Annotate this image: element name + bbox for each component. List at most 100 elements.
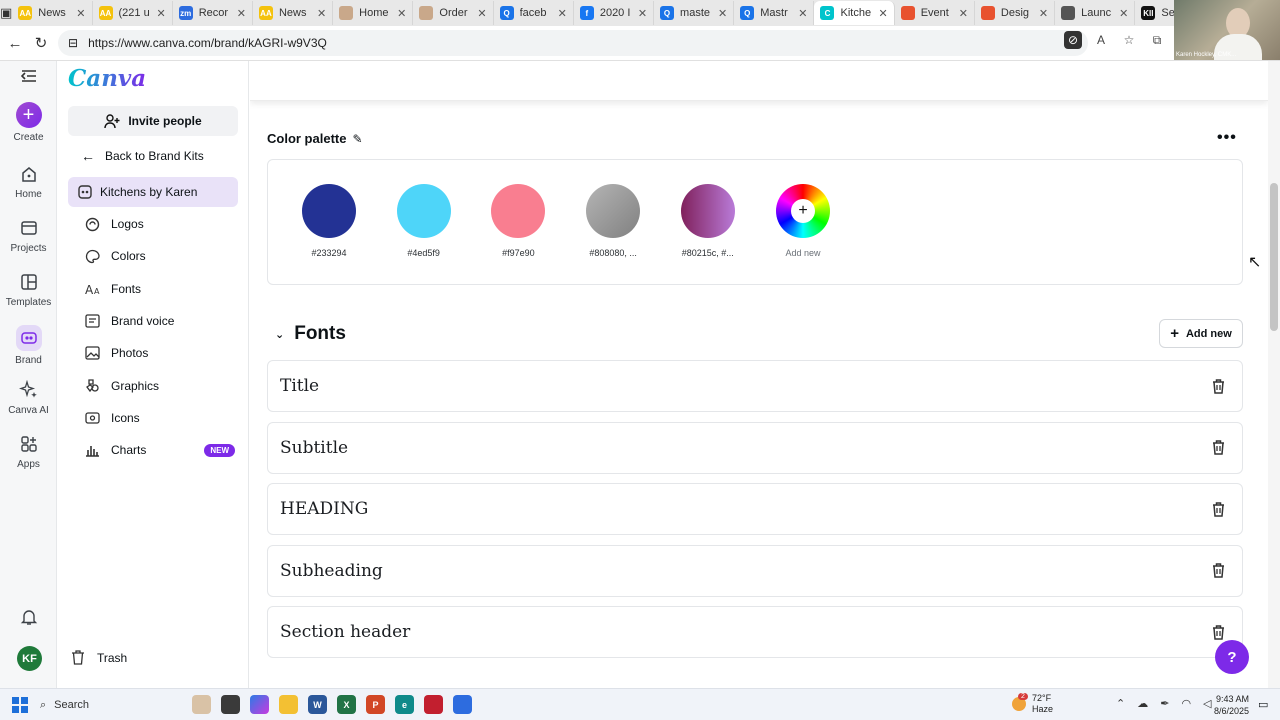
refresh-icon[interactable]: ↻ — [28, 30, 54, 56]
read-aloud-icon[interactable]: A — [1092, 31, 1110, 49]
font-row[interactable]: Section header — [267, 606, 1243, 658]
browser-tab[interactable]: AA (221 u ✕ — [93, 1, 173, 25]
excel-icon[interactable]: X — [337, 695, 356, 714]
browser-tab[interactable]: C Kitche ✕ — [814, 1, 895, 25]
close-icon[interactable]: ✕ — [317, 7, 326, 20]
avatar[interactable]: KF — [17, 646, 42, 671]
scrollbar-thumb[interactable] — [1270, 183, 1278, 331]
taskbar-search[interactable]: ⌕ Search — [40, 695, 180, 715]
rail-create[interactable]: + Create — [0, 102, 57, 143]
trash-link[interactable]: Trash — [71, 650, 127, 665]
taskbar-clock[interactable]: 9:43 AM 8/6/2025 — [1214, 693, 1249, 717]
browser-tab[interactable]: f 2020 I ✕ — [574, 1, 655, 25]
close-icon[interactable]: ✕ — [878, 7, 887, 20]
trash-icon[interactable] — [1208, 622, 1228, 642]
sidebar-item-graphics[interactable]: Graphics — [85, 376, 235, 396]
copilot-icon[interactable] — [250, 695, 269, 714]
site-info-icon[interactable]: ⊟ — [68, 36, 78, 50]
browser-tab[interactable]: Qfaceb ✕ — [494, 1, 574, 25]
close-icon[interactable]: ✕ — [638, 7, 647, 20]
collapse-menu-icon[interactable] — [18, 65, 40, 87]
font-row[interactable]: Title — [267, 360, 1243, 412]
close-icon[interactable]: ✕ — [1039, 7, 1048, 20]
chevron-down-icon[interactable]: ⌄ — [275, 328, 284, 341]
close-icon[interactable]: ✕ — [558, 7, 567, 20]
pen-icon[interactable]: ✒ — [1160, 697, 1169, 710]
rail-brand[interactable]: Brand — [0, 325, 57, 366]
edit-pencil-icon[interactable]: ✎ — [352, 132, 362, 146]
close-icon[interactable]: ✕ — [237, 7, 246, 20]
add-new-font-button[interactable]: + Add new — [1159, 319, 1243, 348]
invite-people-button[interactable]: Invite people — [68, 106, 238, 136]
volume-icon[interactable]: ◁ — [1203, 697, 1211, 710]
rail-apps[interactable]: Apps — [0, 433, 57, 470]
close-icon[interactable]: ✕ — [959, 7, 968, 20]
back-to-brand-kits[interactable]: ← Back to Brand Kits — [81, 148, 204, 164]
rail-templates[interactable]: Templates — [0, 271, 57, 308]
create-plus-icon[interactable]: + — [15, 102, 42, 128]
extensions-icon[interactable]: ⧉ — [1148, 31, 1166, 49]
add-color-swatch[interactable]: + Add new — [758, 184, 848, 258]
task-view-icon[interactable] — [221, 695, 240, 714]
zoom-icon[interactable] — [453, 695, 472, 714]
scrollbar[interactable] — [1268, 61, 1280, 688]
rail-projects[interactable]: Projects — [0, 217, 57, 254]
sidebar-item-photos[interactable]: Photos — [85, 343, 235, 363]
sidebar-item-fonts[interactable]: A A Fonts — [85, 279, 235, 299]
url-field[interactable]: ⊟ https://www.canva.com/brand/kAGRI-w9V3… — [58, 30, 1088, 56]
back-arrow-icon[interactable]: ← — [2, 30, 28, 56]
browser-tab[interactable]: Desig ✕ — [975, 1, 1056, 25]
brand-kit-kitchens-by-karen[interactable]: Kitchens by Karen — [68, 177, 238, 207]
sidebar-item-icons[interactable]: Icons — [85, 408, 235, 428]
edge-icon[interactable]: e — [395, 695, 414, 714]
close-icon[interactable]: ✕ — [718, 7, 727, 20]
color-swatch[interactable]: #f97e90 — [473, 184, 563, 258]
sidebar-item-colors[interactable]: Colors — [85, 246, 235, 266]
notification-icon[interactable]: ▭ — [1258, 698, 1268, 711]
browser-tab[interactable]: AA News ✕ — [12, 1, 93, 25]
browser-tab[interactable]: Launc ✕ — [1055, 1, 1136, 25]
tab-actions-icon[interactable]: ▣ — [0, 0, 12, 26]
fonts-section-heading[interactable]: ⌄ Fonts — [275, 323, 346, 345]
trash-icon[interactable] — [1208, 438, 1228, 458]
browser-tab[interactable]: Home ✕ — [333, 1, 414, 25]
close-icon[interactable]: ✕ — [798, 7, 807, 20]
close-icon[interactable]: ✕ — [157, 7, 166, 20]
weather-widget[interactable]: 2 72°F Haze — [1012, 693, 1053, 715]
wifi-icon[interactable]: ◠ — [1181, 697, 1191, 710]
tracking-prevention-icon[interactable]: ⊘ — [1064, 31, 1082, 49]
browser-tab[interactable]: Event ✕ — [895, 1, 975, 25]
windows-start-icon[interactable] — [12, 697, 28, 713]
font-row[interactable]: Subtitle — [267, 421, 1243, 474]
color-swatch[interactable]: #808080, ... — [568, 184, 658, 258]
color-swatch[interactable]: #80215c, #... — [663, 184, 753, 258]
favorite-star-icon[interactable]: ☆ — [1120, 31, 1138, 49]
close-icon[interactable]: ✕ — [76, 7, 85, 20]
shield-app-icon[interactable] — [424, 695, 443, 714]
close-icon[interactable]: ✕ — [397, 7, 406, 20]
trash-icon[interactable] — [1208, 561, 1228, 581]
browser-tab[interactable]: AA News ✕ — [253, 1, 334, 25]
trash-icon[interactable] — [1208, 499, 1228, 519]
bell-icon[interactable] — [18, 606, 40, 628]
word-icon[interactable]: W — [308, 695, 327, 714]
help-button[interactable]: ? — [1215, 640, 1249, 674]
rail-home[interactable]: Home — [0, 163, 57, 200]
sidebar-item-logos[interactable]: Logos — [85, 214, 235, 234]
font-row[interactable]: HEADING — [267, 483, 1243, 535]
browser-tab[interactable]: Order ✕ — [413, 1, 494, 25]
chevron-up-icon[interactable]: ⌃ — [1116, 697, 1125, 710]
browser-tab[interactable]: zm Recor ✕ — [173, 1, 253, 25]
cloud-icon[interactable]: ☁ — [1137, 697, 1148, 710]
browser-tab[interactable]: Q Mastr ✕ — [734, 1, 815, 25]
trash-icon[interactable] — [1208, 376, 1228, 396]
color-swatch[interactable]: #233294 — [284, 184, 374, 258]
close-icon[interactable]: ✕ — [477, 7, 486, 20]
canva-logo[interactable]: Canva — [68, 65, 146, 92]
font-row[interactable]: Subheading — [267, 544, 1243, 597]
close-icon[interactable]: ✕ — [1119, 7, 1128, 20]
color-swatch[interactable]: #4ed5f9 — [379, 184, 469, 258]
more-options-icon[interactable]: ••• — [1217, 129, 1237, 147]
sidebar-item-charts[interactable]: Charts NEW — [85, 440, 235, 460]
file-explorer-icon[interactable] — [279, 695, 298, 714]
